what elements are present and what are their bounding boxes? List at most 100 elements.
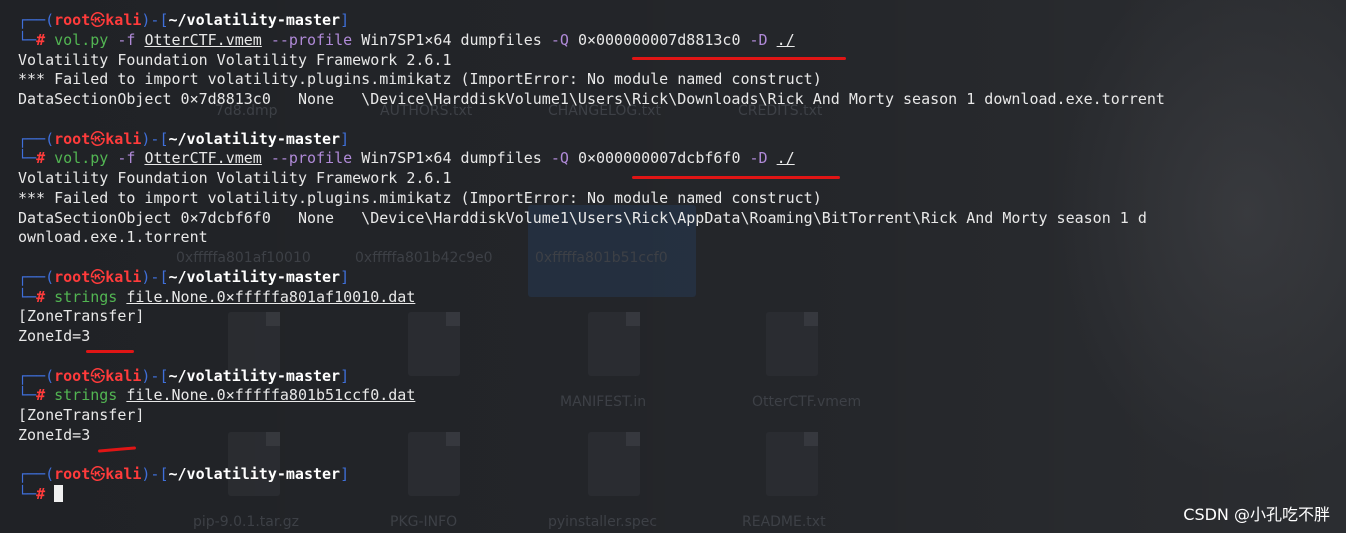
prompt-user: root [54, 465, 91, 484]
output-line: [ZoneTransfer] [18, 406, 145, 424]
prompt-header: ┌──(root㉿kali)-[~/volatility-master] [18, 11, 1346, 31]
prompt-frame: )-[ [141, 129, 169, 148]
output-line: [ZoneTransfer] [18, 307, 145, 326]
prompt-cwd: ~/volatility-master [168, 465, 341, 484]
command-flag: -f [117, 30, 136, 49]
prompt-header: ┌──(root㉿kali)-[~/volatility-master] [18, 465, 1346, 485]
prompt-frame: )-[ [141, 11, 169, 29]
command-flag: -D [749, 149, 768, 168]
prompt-header: ┌──(root㉿kali)-[~/volatility-master] [18, 367, 1346, 387]
output-line: ownload.exe.1.torrent [18, 228, 208, 247]
prompt-frame: ┌──( [18, 465, 55, 484]
command-program: strings [54, 287, 118, 306]
prompt-frame: ┌──( [18, 366, 55, 385]
prompt-frame: └─ [18, 287, 37, 306]
output-line: DataSectionObject 0×7d8813c0 None \Devic… [18, 90, 1165, 108]
command-argument: OtterCTF.vmem [144, 149, 262, 168]
command-argument: file.None.0×fffffa801b51ccf0.dat [126, 386, 416, 405]
output-line: Volatility Foundation Volatility Framewo… [18, 50, 452, 69]
command-program: vol.py [54, 149, 109, 168]
prompt-cwd: ~/volatility-master [168, 11, 341, 29]
terminal-cursor [54, 485, 64, 502]
prompt-frame: └─ [18, 30, 37, 49]
prompt-frame: ] [340, 129, 350, 148]
prompt-host: kali [105, 366, 142, 385]
prompt-frame: ┌──( [18, 11, 55, 29]
command-argument: dumpfiles [460, 30, 542, 49]
prompt-hash: # [36, 287, 46, 306]
command-flag: -Q [550, 30, 569, 49]
kali-skull-icon: ㉿ [90, 129, 106, 148]
prompt-frame: )-[ [141, 465, 169, 484]
output-line: *** Failed to import volatility.plugins.… [18, 188, 822, 207]
prompt-header: ┌──(root㉿kali)-[~/volatility-master] [18, 268, 1346, 288]
prompt-hash: # [36, 30, 46, 49]
prompt-hash: # [36, 485, 46, 503]
prompt-user: root [54, 366, 91, 385]
prompt-header: ┌──(root㉿kali)-[~/volatility-master] [18, 130, 1346, 150]
prompt-frame: ] [340, 11, 350, 29]
command-argument: ./ [776, 30, 795, 49]
prompt-frame: ┌──( [18, 129, 55, 148]
kali-skull-icon: ㉿ [90, 465, 106, 484]
prompt-hash: # [36, 386, 46, 405]
kali-skull-icon: ㉿ [90, 11, 106, 29]
prompt-cwd: ~/volatility-master [168, 267, 341, 286]
command-line: └─# [18, 485, 1346, 505]
kali-skull-icon: ㉿ [90, 267, 106, 286]
output-line: *** Failed to import volatility.plugins.… [18, 70, 822, 89]
prompt-frame: └─ [18, 386, 37, 405]
annotation-underline-offset-2 [632, 176, 840, 179]
annotation-underline-zoneid-1 [86, 350, 134, 353]
prompt-frame: └─ [18, 485, 37, 503]
prompt-cwd: ~/volatility-master [168, 366, 341, 385]
prompt-host: kali [105, 267, 142, 286]
prompt-user: root [54, 267, 91, 286]
prompt-frame: ] [340, 366, 350, 385]
prompt-user: root [54, 11, 91, 29]
command-argument: file.None.0×fffffa801af10010.dat [126, 287, 416, 306]
command-argument: ./ [776, 149, 795, 168]
command-line: └─# strings file.None.0×fffffa801b51ccf0… [18, 386, 1346, 406]
command-argument: 0×000000007d8813c0 [577, 30, 741, 49]
command-argument: 0×000000007dcbf6f0 [577, 149, 741, 168]
prompt-frame: ┌──( [18, 267, 55, 286]
prompt-hash: # [36, 149, 46, 168]
prompt-frame: )-[ [141, 366, 169, 385]
command-argument: OtterCTF.vmem [144, 30, 262, 49]
command-flag: -Q [550, 149, 569, 168]
command-flag: -D [749, 30, 768, 49]
csdn-watermark: CSDN @小孔吃不胖 [1183, 505, 1330, 524]
prompt-frame: ] [340, 465, 350, 484]
command-flag: -f [117, 149, 136, 168]
output-line: ZoneId=3 [18, 425, 91, 444]
output-line: ZoneId=3 [18, 327, 91, 345]
terminal-output[interactable]: ┌──(root㉿kali)-[~/volatility-master] └─# … [0, 0, 1346, 533]
command-flag: --profile [270, 30, 353, 49]
prompt-frame: ] [340, 267, 350, 286]
prompt-host: kali [105, 129, 142, 148]
command-program: vol.py [54, 30, 109, 49]
